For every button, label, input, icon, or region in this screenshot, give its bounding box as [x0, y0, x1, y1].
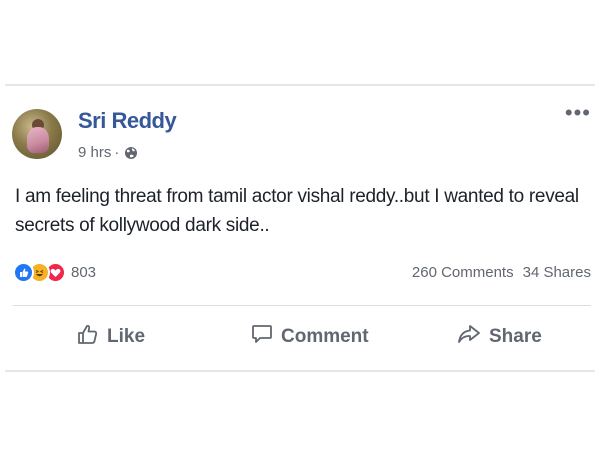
like-label: Like: [107, 326, 146, 347]
comment-button[interactable]: Comment: [251, 321, 369, 353]
more-options-button[interactable]: •••: [565, 102, 591, 124]
post-meta: 9 hrs ·: [78, 144, 138, 161]
meta-separator: ·: [114, 144, 120, 161]
thumbs-up-icon: [77, 323, 99, 351]
reactions-summary[interactable]: 803: [13, 261, 97, 283]
comments-count-link[interactable]: 260 Comments: [412, 264, 514, 281]
globe-icon[interactable]: [124, 146, 138, 160]
avatar-figure: [27, 127, 49, 153]
comment-label: Comment: [281, 326, 369, 347]
share-arrow-icon: [457, 323, 481, 351]
share-label: Share: [489, 326, 542, 347]
post-text: I am feeling threat from tamil actor vis…: [15, 186, 579, 236]
like-icon: [13, 261, 34, 283]
engagement-counts: 260 Comments 34 Shares: [412, 264, 591, 281]
post-stats: 803 260 Comments 34 Shares: [13, 261, 591, 283]
author-avatar[interactable]: [12, 109, 62, 159]
actions-divider: [13, 305, 591, 306]
like-button[interactable]: Like: [77, 321, 145, 353]
comment-bubble-icon: [251, 323, 273, 351]
reaction-count: 803: [71, 263, 97, 281]
post-actions: Like Comment Share: [5, 321, 595, 353]
author-name[interactable]: Sri Reddy: [78, 108, 177, 134]
shares-count-link[interactable]: 34 Shares: [523, 264, 591, 281]
share-button[interactable]: Share: [457, 321, 542, 353]
post-card: Sri Reddy 9 hrs · ••• I am feeling threa…: [5, 84, 595, 372]
post-timestamp[interactable]: 9 hrs: [78, 144, 111, 161]
